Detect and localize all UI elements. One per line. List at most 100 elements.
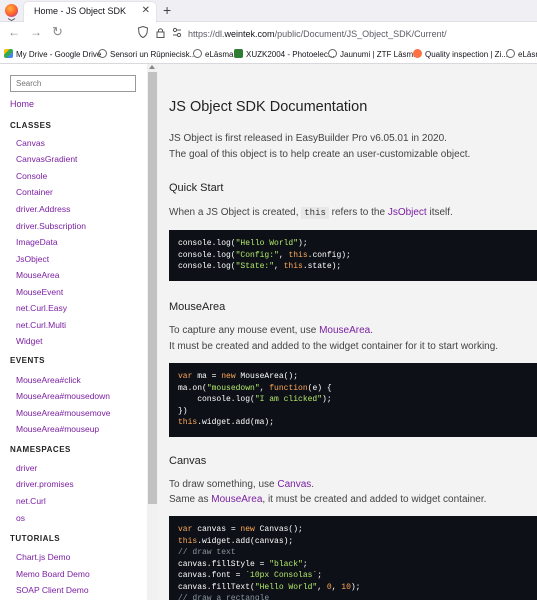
text: When a JS Object is created, xyxy=(169,207,302,218)
url-path: /public/Document/JS_Object_SDK/Current/ xyxy=(274,29,447,39)
bookmark-google-drive[interactable]: My Drive - Google Drive xyxy=(4,49,101,59)
bookmark-label: eLāsma xyxy=(205,50,234,59)
link-driver-address[interactable]: driver.Address xyxy=(16,204,70,214)
bookmark-elasma-2[interactable]: eLāsm xyxy=(506,49,537,59)
scroll-up-arrow-icon[interactable] xyxy=(149,65,155,69)
firefox-icon[interactable] xyxy=(5,4,18,17)
intro-line-2: The goal of this object is to help creat… xyxy=(169,149,471,160)
link-imagedata[interactable]: ImageData xyxy=(16,237,58,247)
link-mousearea-inline-2[interactable]: MouseArea xyxy=(211,494,262,505)
lock-icon[interactable] xyxy=(156,27,165,38)
link-mousearea[interactable]: MouseArea xyxy=(16,270,59,280)
link-driver-promises[interactable]: driver.promises xyxy=(16,479,74,489)
link-mousearea-mousedown[interactable]: MouseArea#mousedown xyxy=(16,391,110,401)
link-canvas[interactable]: Canvas xyxy=(16,138,45,148)
main-content: JS Object SDK Documentation JS Object is… xyxy=(158,64,537,600)
permissions-icon[interactable] xyxy=(172,27,182,38)
bookmark-label: Jaunumi | ZTF Lāsma xyxy=(340,50,418,59)
forward-arrow-icon[interactable]: → xyxy=(30,25,42,39)
mousearea-paragraph-2: It must be created and added to the widg… xyxy=(169,341,499,352)
sidebar-nav: Home CLASSES Canvas CanvasGradient Conso… xyxy=(0,64,147,600)
intro-line-1: JS Object is first released in EasyBuild… xyxy=(169,133,447,144)
bookmark-quality-inspection[interactable]: Quality inspection | Zi... xyxy=(413,49,508,59)
text: refers to the xyxy=(328,207,388,218)
tab-title: Home - JS Object SDK xyxy=(34,6,127,16)
heading-mousearea: MouseArea xyxy=(169,301,226,313)
tracking-shield-icon[interactable] xyxy=(138,26,148,38)
link-mousearea-inline[interactable]: MouseArea xyxy=(319,325,370,336)
bookmark-label: Quality inspection | Zi... xyxy=(425,50,508,59)
url-domain: weintek.com xyxy=(224,29,275,39)
inline-code-this: this xyxy=(301,207,329,219)
link-canvasgradient[interactable]: CanvasGradient xyxy=(16,154,77,164)
text: To draw something, use xyxy=(169,479,278,490)
link-mousearea-mousemove[interactable]: MouseArea#mousemove xyxy=(16,408,111,418)
link-os[interactable]: os xyxy=(16,513,25,523)
new-tab-button[interactable]: + xyxy=(163,2,171,18)
globe-icon xyxy=(193,49,202,58)
bookmark-xuzk2004[interactable]: XUZK2004 - Photoelec... xyxy=(234,49,335,59)
google-drive-icon xyxy=(4,49,13,58)
bookmark-sensori[interactable]: Sensori un Rūpniecisk... xyxy=(98,49,196,59)
link-container[interactable]: Container xyxy=(16,187,53,197)
link-net-curl[interactable]: net.Curl xyxy=(16,496,46,506)
bookmark-label: My Drive - Google Drive xyxy=(16,50,102,59)
link-jsobject-inline[interactable]: JsObject xyxy=(388,207,427,218)
canvas-paragraph-2: Same as MouseArea, it must be created an… xyxy=(169,494,486,505)
tab-close-icon[interactable]: ✕ xyxy=(142,5,150,16)
section-classes: CLASSES xyxy=(10,121,52,130)
heading-canvas: Canvas xyxy=(169,455,207,467)
link-canvas-inline[interactable]: Canvas xyxy=(277,479,311,490)
bookmark-label: eLāsm xyxy=(518,50,537,59)
bookmark-label: Sensori un Rūpniecisk... xyxy=(110,50,197,59)
link-driver-subscription[interactable]: driver.Subscription xyxy=(16,221,86,231)
tab-home[interactable]: Home - JS Object SDK ✕ xyxy=(24,2,156,22)
site-icon xyxy=(413,49,422,58)
bookmark-elasma[interactable]: eLāsma xyxy=(193,49,233,59)
text: Same as xyxy=(169,494,212,505)
link-net-curl-multi[interactable]: net.Curl.Multi xyxy=(16,320,66,330)
globe-icon xyxy=(328,49,337,58)
home-link[interactable]: Home xyxy=(10,99,34,109)
address-bar[interactable]: https://dl.weintek.com/public/Document/J… xyxy=(188,29,447,39)
quickstart-paragraph: When a JS Object is created, this refers… xyxy=(169,207,453,219)
bookmark-label: XUZK2004 - Photoelec... xyxy=(246,50,335,59)
code-block-mousearea: var ma = new MouseArea(); ma.on("mousedo… xyxy=(169,363,537,437)
search-input[interactable] xyxy=(10,75,136,92)
link-console[interactable]: Console xyxy=(16,171,47,181)
link-memo-board-demo[interactable]: Memo Board Demo xyxy=(16,569,90,579)
link-mousearea-click[interactable]: MouseArea#click xyxy=(16,375,81,385)
globe-icon xyxy=(506,49,515,58)
link-net-curl-easy[interactable]: net.Curl.Easy xyxy=(16,303,67,313)
bookmarks-bar: My Drive - Google Drive Sensori un Rūpni… xyxy=(0,44,537,64)
scrollbar-thumb[interactable] xyxy=(148,72,157,504)
code-block-quick-start: console.log("Hello World"); console.log(… xyxy=(169,230,537,281)
text: itself. xyxy=(426,207,453,218)
site-icon xyxy=(234,49,243,58)
tab-list-chevron-icon[interactable] xyxy=(7,18,16,21)
text: . xyxy=(311,479,315,490)
section-tutorials: TUTORIALS xyxy=(10,534,61,543)
link-mousearea-mouseup[interactable]: MouseArea#mouseup xyxy=(16,424,99,434)
section-namespaces: NAMESPACES xyxy=(10,445,71,454)
back-arrow-icon[interactable]: ← xyxy=(8,25,20,39)
sidebar-scrollbar[interactable] xyxy=(147,64,158,600)
link-mouseevent[interactable]: MouseEvent xyxy=(16,287,63,297)
link-jsobject[interactable]: JsObject xyxy=(16,254,49,264)
globe-icon xyxy=(98,49,107,58)
reload-icon[interactable]: ↻ xyxy=(52,24,63,40)
link-widget[interactable]: Widget xyxy=(16,336,42,346)
mousearea-paragraph-1: To capture any mouse event, use MouseAre… xyxy=(169,325,373,336)
code-block-canvas: var canvas = new Canvas(); this.widget.a… xyxy=(169,516,537,600)
url-prefix: https://dl. xyxy=(188,29,225,39)
text: To capture any mouse event, use xyxy=(169,325,320,336)
link-driver[interactable]: driver xyxy=(16,463,37,473)
text: . xyxy=(370,325,374,336)
section-events: EVENTS xyxy=(10,356,46,365)
link-soap-client-demo[interactable]: SOAP Client Demo xyxy=(16,585,89,595)
bookmark-jaunumi[interactable]: Jaunumi | ZTF Lāsma xyxy=(328,49,418,59)
text: , it must be created and added to widget… xyxy=(262,494,487,505)
page-title: JS Object SDK Documentation xyxy=(169,99,368,115)
heading-quick-start: Quick Start xyxy=(169,182,224,194)
link-chartjs-demo[interactable]: Chart.js Demo xyxy=(16,552,70,562)
